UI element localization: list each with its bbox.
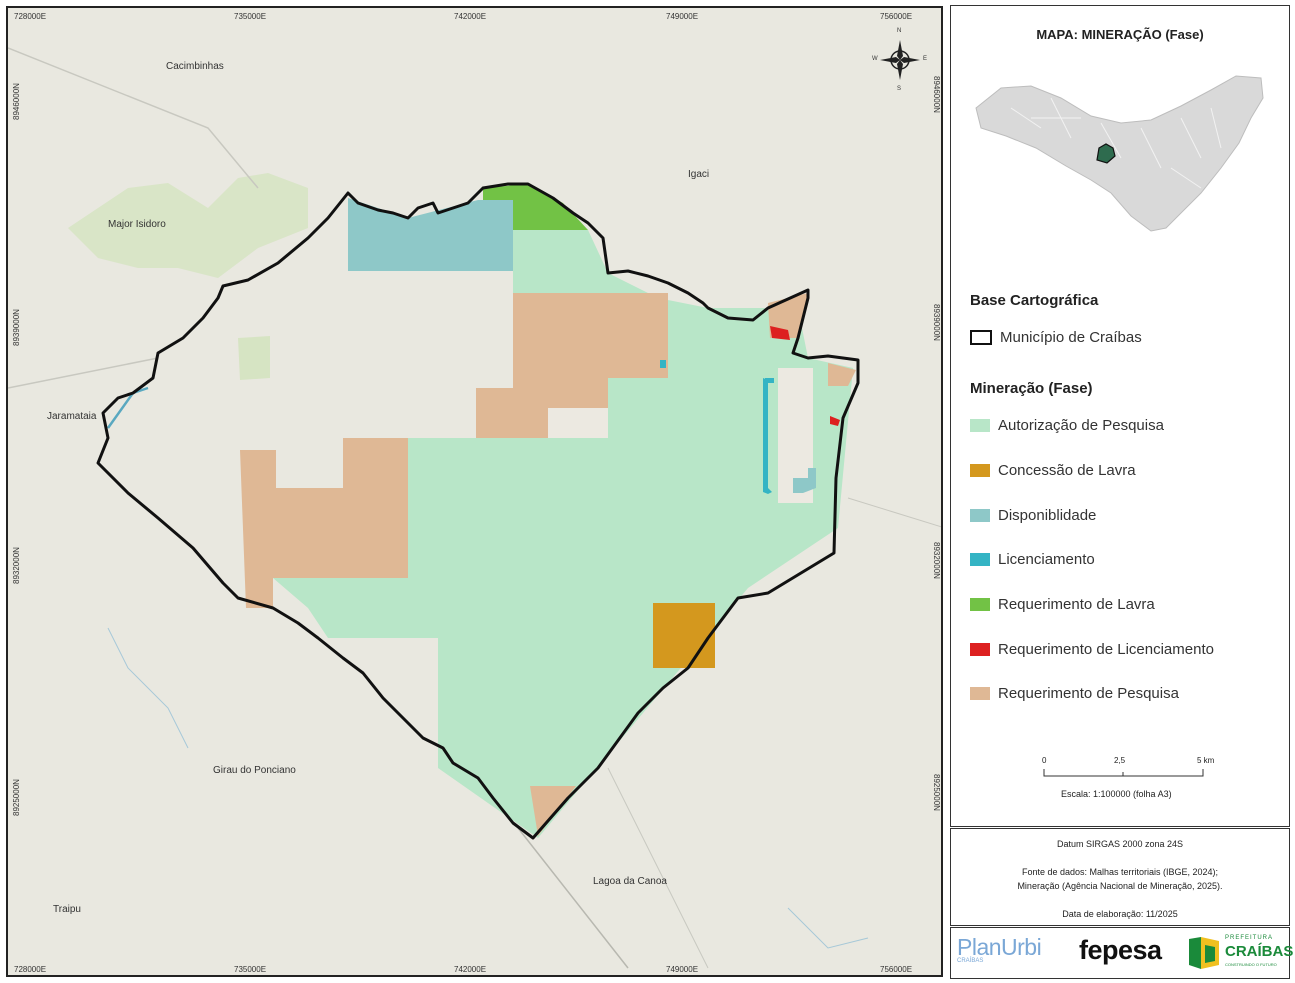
legend-item: Requerimento de Lavra xyxy=(970,596,1155,613)
pref-sub: CONSTRUINDO O FUTURO xyxy=(1225,962,1277,967)
planurbi-logo: PlanUrbi CRAÍBAS xyxy=(957,934,1042,964)
coord-bottom: 735000E xyxy=(234,965,267,974)
place-label: Major Isidoro xyxy=(108,219,166,230)
place-label: Jaramataia xyxy=(47,411,97,422)
place-label: Traipu xyxy=(53,904,81,915)
fonte-text-1: Fonte de dados: Malhas territoriais (IBG… xyxy=(1021,867,1219,877)
legend-item: Autorização de Pesquisa xyxy=(970,417,1164,434)
legend-swatch xyxy=(970,464,990,477)
coord-top: 742000E xyxy=(454,12,487,21)
coord-left: 8932000N xyxy=(12,547,21,584)
licenciamento xyxy=(765,378,774,383)
compass-s: S xyxy=(897,86,902,92)
legend-item: Licenciamento xyxy=(970,551,1095,568)
legend-label: Concessão de Lavra xyxy=(998,462,1136,479)
compass-n: N xyxy=(897,28,902,34)
coord-left: 8946000N xyxy=(12,83,21,120)
legend-label: Requerimento de Pesquisa xyxy=(998,685,1179,702)
flag-icon xyxy=(1189,937,1219,969)
legend-swatch xyxy=(970,509,990,522)
legend-title: Mineração (Fase) xyxy=(970,380,1093,397)
coord-bottom: 742000E xyxy=(454,965,487,974)
legend-label: Disponiblidade xyxy=(998,507,1097,524)
map-canvas xyxy=(8,40,941,969)
datum-text: Datum SIRGAS 2000 zona 24S xyxy=(1056,839,1184,849)
coord-left: 8939000N xyxy=(12,309,21,346)
scale-caption: Escala: 1:100000 (folha A3) xyxy=(1061,789,1172,799)
vegetation-patch xyxy=(68,173,308,278)
coord-top: 728000E xyxy=(14,12,47,21)
requerimento-pesquisa xyxy=(530,786,576,836)
river xyxy=(787,907,869,949)
coord-right: 8925000N xyxy=(932,774,941,811)
legend-item: Requerimento de Licenciamento xyxy=(970,641,1214,658)
legend-label: Autorização de Pesquisa xyxy=(998,417,1164,434)
coord-top: 756000E xyxy=(880,12,913,21)
municipio-label: Município de Craíbas xyxy=(1000,329,1142,346)
scale-tick-2: 5 km xyxy=(1197,756,1215,765)
compass-w: W xyxy=(872,56,878,62)
legend-label: Requerimento de Licenciamento xyxy=(998,641,1214,658)
scale-tick-0: 0 xyxy=(1042,756,1047,765)
legend-item: Requerimento de Pesquisa xyxy=(970,685,1179,702)
pref-text: PREFEITURA xyxy=(1225,935,1274,941)
place-label: Cacimbinhas xyxy=(166,61,224,72)
coord-top: 749000E xyxy=(666,12,699,21)
legend-swatch xyxy=(970,553,990,566)
map-frame[interactable]: N S E W 728000E 735000E 742000E 749000E … xyxy=(6,6,943,977)
legend-municipio: Município de Craíbas xyxy=(970,329,1142,346)
state-minimap xyxy=(975,75,1264,232)
coord-top: 735000E xyxy=(234,12,267,21)
river xyxy=(107,627,189,749)
fonte-text-2: Mineração (Agência Nacional de Mineração… xyxy=(1017,881,1223,891)
legend-panel: MAPA: MINERAÇÃO (Fase) Base Cartográfica… xyxy=(950,5,1290,827)
logos-bar: PlanUrbi CRAÍBAS fepesa PREFEITURA CRAÍB… xyxy=(950,927,1293,979)
planurbi-logo-text: PlanUrbi xyxy=(957,934,1042,960)
coord-bottom: 756000E xyxy=(880,965,913,974)
craibas-text: CRAÍBAS xyxy=(1225,943,1294,960)
road xyxy=(8,357,159,389)
coord-left: 8925000N xyxy=(12,779,21,816)
municipio-swatch xyxy=(970,330,992,345)
coord-right: 8946000N xyxy=(932,76,941,113)
date-text: Data de elaboração: 11/2025 xyxy=(1062,909,1178,919)
vegetation-patch-2 xyxy=(238,336,270,380)
licenciamento xyxy=(660,360,666,368)
legend-swatch xyxy=(970,598,990,611)
road xyxy=(847,497,941,528)
unmapped-area xyxy=(548,408,608,438)
legend-label: Licenciamento xyxy=(998,551,1095,568)
coord-bottom: 749000E xyxy=(666,965,699,974)
road xyxy=(607,767,709,969)
coord-bottom: 728000E xyxy=(14,965,47,974)
legend-swatch xyxy=(970,687,990,700)
scale-bar xyxy=(1043,769,1204,777)
info-box: Datum SIRGAS 2000 zona 24S Fonte de dado… xyxy=(950,828,1290,926)
coord-right: 8932000N xyxy=(932,542,941,579)
fepesa-logo: fepesa xyxy=(1079,935,1162,965)
alagoas-shape xyxy=(975,75,1264,232)
place-label: Igaci xyxy=(688,169,710,180)
concessao-lavra xyxy=(653,603,715,668)
legend-swatch xyxy=(970,643,990,656)
coord-right: 8939000N xyxy=(932,304,941,341)
craibas-logo: PREFEITURA CRAÍBAS CONSTRUINDO O FUTURO xyxy=(1187,935,1293,976)
place-label: Lagoa da Canoa xyxy=(593,876,667,887)
scale-tick-1: 2,5 xyxy=(1114,756,1126,765)
legend-item: Disponiblidade xyxy=(970,507,1096,524)
compass-rose xyxy=(880,40,920,80)
legend-label: Requerimento de Lavra xyxy=(998,596,1155,613)
place-label: Girau do Ponciano xyxy=(213,765,296,776)
legend-swatch xyxy=(970,419,990,432)
legend-item: Concessão de Lavra xyxy=(970,462,1136,479)
road xyxy=(517,827,629,969)
map-title: MAPA: MINERAÇÃO (Fase) xyxy=(1036,27,1204,42)
base-title: Base Cartográfica xyxy=(970,292,1099,309)
compass-e: E xyxy=(923,56,928,62)
